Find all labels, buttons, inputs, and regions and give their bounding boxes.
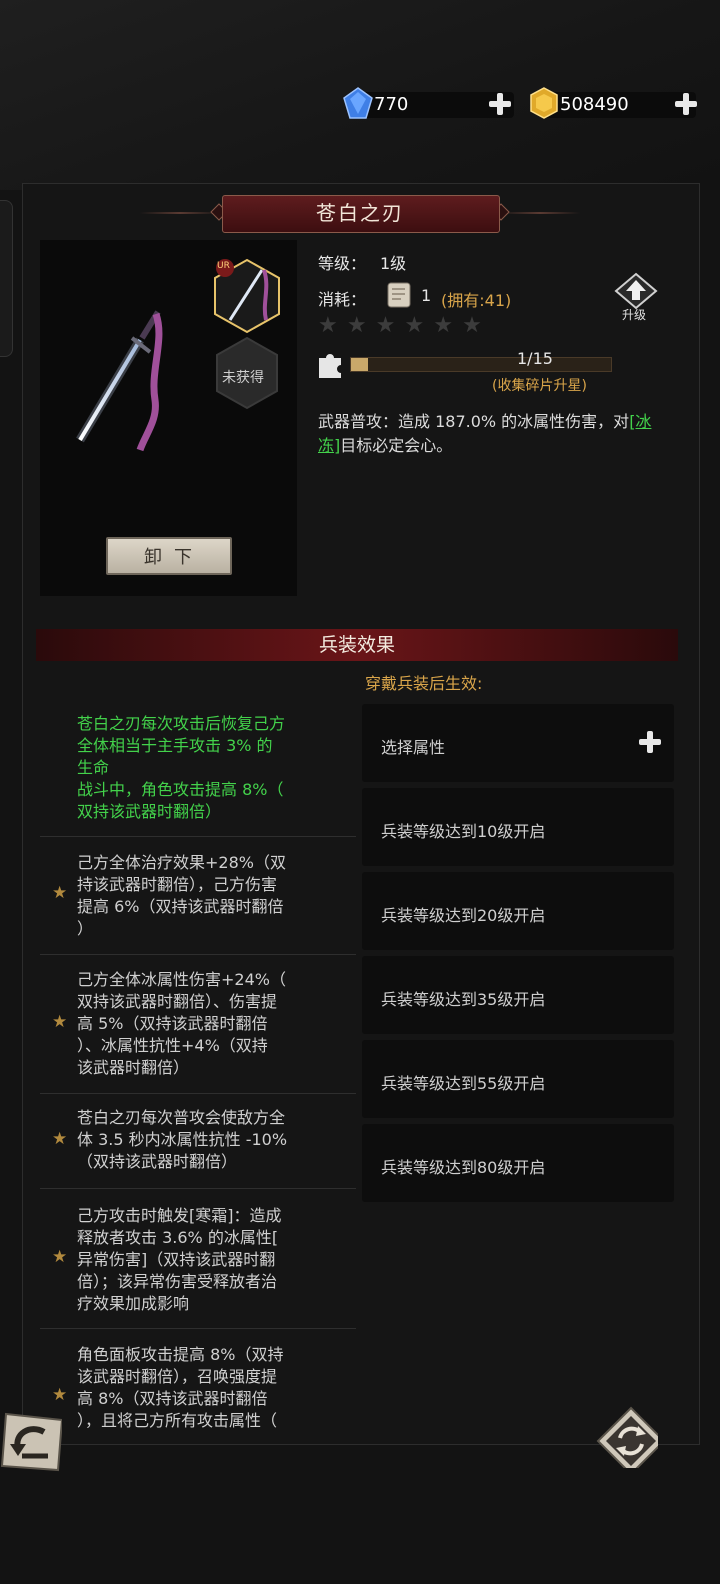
effect-line: 释放者攻击 3.6% 的冰属性[ (77, 1228, 279, 1247)
slot-label: 选择属性 (381, 738, 446, 757)
add-gems-button[interactable] (489, 93, 511, 115)
weapon-name: 苍白之刃 (316, 201, 404, 225)
star-icon: ★ (375, 313, 396, 338)
effect-line: 战斗中，角色攻击提高 8%（ (77, 780, 284, 799)
side-tab[interactable] (0, 200, 13, 357)
star-effect-5: 角色面板攻击提高 8%（双持 该武器时翻倍），召唤强度提 高 8%（双持该武器时… (77, 1344, 357, 1438)
gem-amount: 770 (374, 94, 409, 115)
star-effect-3: 苍白之刃每次普攻会使敌方全 体 3.5 秒内冰属性抗性 -10% （双持该武器时… (77, 1107, 357, 1173)
fragment-progress-bar (350, 357, 612, 372)
effect-line: ）、冰属性抗性+4%（双持 (77, 1036, 268, 1055)
equip-effects-title: 兵装效果 (318, 634, 395, 656)
unequip-button[interactable]: 卸下 (106, 537, 232, 575)
effect-line: 生命 (77, 758, 110, 777)
slot-label: 兵装等级达到20级开启 (381, 906, 546, 925)
fragment-count: 1/15 (517, 349, 553, 368)
owned-count: (拥有:41) (441, 291, 512, 310)
cost-label: 消耗： (318, 290, 367, 309)
active-effect-text: 苍白之刃每次攻击后恢复己方 全体相当于主手攻击 3% 的 生命 战斗中，角色攻击… (77, 713, 357, 823)
puzzle-piece-icon (319, 354, 341, 378)
star-icon: ★ (346, 313, 367, 338)
cost-value: 1 (421, 286, 432, 305)
effect-line: ），且将己方所有攻击属性（ (77, 1411, 278, 1430)
divider (40, 836, 356, 837)
desc-text: 武器普攻：造成 187.0% 的冰属性伤害，对 (318, 412, 630, 431)
title-ornament-left (140, 212, 220, 214)
star-rating: ★ ★ ★ ★ ★ ★ (318, 313, 482, 338)
desc-text-end: 目标必定会心。 (340, 436, 453, 455)
slot-label: 兵装等级达到55级开启 (381, 1074, 546, 1093)
effect-line: 倍）；该异常伤害受释放者治 (77, 1272, 278, 1291)
back-button[interactable] (0, 1410, 62, 1472)
star-effect-4: 己方攻击时触发[寒霜]：造成 释放者攻击 3.6% 的冰属性[ 异常伤害]（双持… (77, 1205, 357, 1315)
effect-line: ） (77, 919, 94, 938)
star-icon: ★ (433, 313, 454, 338)
star-bullet-icon: ★ (52, 1247, 68, 1267)
effect-line: 己方全体治疗效果+28%（双 (77, 853, 286, 872)
gold-coin-icon (530, 87, 558, 119)
not-obtained-label: 未获得 (222, 370, 264, 386)
sword-illustration (76, 310, 163, 452)
star-bullet-icon: ★ (52, 883, 68, 903)
fragment-progress-fill (351, 358, 368, 371)
effect-line: 己方攻击时触发[寒霜]：造成 (77, 1206, 282, 1225)
add-gold-button[interactable] (675, 93, 697, 115)
level-value: 1级 (380, 254, 407, 273)
upgrade-label: 升级 (622, 308, 647, 322)
effect-line: 该武器时翻倍） (77, 1058, 190, 1077)
add-attribute-button[interactable] (639, 731, 661, 753)
effect-line: 苍白之刃每次普攻会使敌方全 (77, 1108, 286, 1127)
star-bullet-icon: ★ (52, 1385, 68, 1405)
star-icon: ★ (404, 313, 425, 338)
level-label: 等级： (318, 254, 367, 273)
star-icon: ★ (318, 313, 338, 338)
refresh-button[interactable] (596, 1406, 658, 1468)
upgrade-arrow-icon[interactable] (614, 272, 658, 310)
effect-line: 疗效果加成影响 (77, 1294, 190, 1313)
fragment-hint: (收集碎片升星) (492, 378, 587, 394)
effect-line: 提高 6%（双持该武器时翻倍 (77, 897, 284, 916)
gold-amount: 508490 (560, 94, 629, 115)
effect-line: 双持该武器时翻倍） (77, 802, 222, 821)
star-bullet-icon: ★ (52, 1012, 68, 1032)
effect-line: 体 3.5 秒内冰属性抗性 -10% (77, 1130, 288, 1149)
effect-line: 角色面板攻击提高 8%（双持 (77, 1345, 284, 1364)
star-bullet-icon: ★ (52, 1129, 68, 1149)
star-icon: ★ (462, 313, 482, 338)
divider (40, 1188, 356, 1189)
equip-note: 穿戴兵装后生效: (365, 674, 483, 693)
effect-line: 异常伤害]（双持该武器时翻 (77, 1250, 276, 1269)
weapon-description: 武器普攻：造成 187.0% 的冰属性伤害，对[冰冻]目标必定会心。 (318, 410, 668, 458)
effect-line: 苍白之刃每次攻击后恢复己方 (77, 714, 286, 733)
divider (40, 954, 356, 955)
scroll-item-icon (387, 282, 411, 308)
divider (40, 1093, 356, 1094)
rarity-badge: UR (217, 261, 230, 271)
effect-line: 双持该武器时翻倍）、伤害提 (77, 992, 278, 1011)
star-effect-1: 己方全体治疗效果+28%（双 持该武器时翻倍），己方伤害 提高 6%（双持该武器… (77, 852, 357, 940)
divider (40, 1328, 356, 1329)
blue-gem-icon (343, 87, 373, 119)
effect-line: （双持该武器时翻倍） (77, 1152, 238, 1171)
title-ornament-right (500, 212, 580, 214)
slot-label: 兵装等级达到80级开启 (381, 1158, 546, 1177)
slot-label: 兵装等级达到10级开启 (381, 822, 546, 841)
slot-label: 兵装等级达到35级开启 (381, 990, 546, 1009)
effect-line: 高 5%（双持该武器时翻倍 (77, 1014, 268, 1033)
effect-line: 己方全体冰属性伤害+24%（ (77, 970, 286, 989)
star-effect-2: 己方全体冰属性伤害+24%（ 双持该武器时翻倍）、伤害提 高 5%（双持该武器时… (77, 969, 357, 1079)
effect-line: 全体相当于主手攻击 3% 的 (77, 736, 273, 755)
effect-line: 高 8%（双持该武器时翻倍 (77, 1389, 268, 1408)
effect-line: 持该武器时翻倍），己方伤害 (77, 875, 278, 894)
effect-line: 该武器时翻倍），召唤强度提 (77, 1367, 278, 1386)
